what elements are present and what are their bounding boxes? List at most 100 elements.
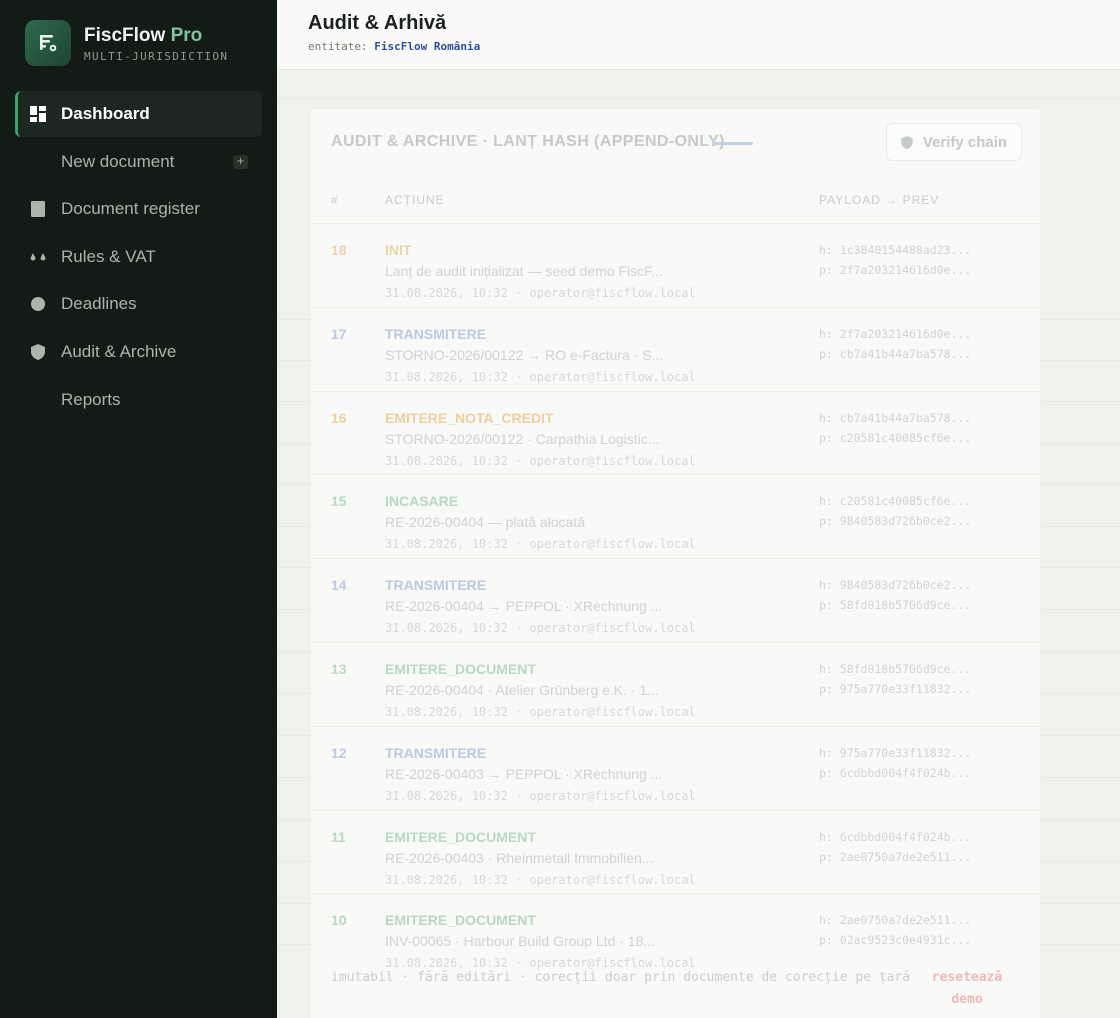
- entry-number: 15: [331, 493, 347, 510]
- card-title: AUDIT & ARCHIVE · LANȚ HASH (APPEND-ONLY…: [331, 133, 725, 150]
- entry-prev-hash: p: 9840583d726b0ce2...: [819, 514, 972, 529]
- column-header-action: ACȚIUNE: [385, 193, 445, 207]
- sidebar-item-reports[interactable]: Reports: [15, 377, 262, 423]
- entry-action: EMITERE_NOTA_CREDIT: [385, 409, 554, 426]
- audit-entry-row[interactable]: 15 INCASARE RE-2026-00404 — plată alocată 3…: [311, 474, 1042, 558]
- entry-meta: 31.08.2026, 10:32 · operator@fiscflow.lo…: [385, 286, 696, 300]
- entry-action: EMITERE_DOCUMENT: [385, 828, 536, 845]
- dashboard-icon: [30, 106, 46, 122]
- add-badge: +: [233, 154, 248, 169]
- entry-action: INCASARE: [385, 493, 459, 510]
- entry-action: EMITERE_DOCUMENT: [385, 912, 536, 929]
- audit-entry-row[interactable]: 18 INIT Lanț de audit inițializat — seed d…: [311, 223, 1042, 307]
- document-icon: [30, 201, 46, 218]
- audit-entry-row[interactable]: 12 TRANSMITERE RE-2026-00403 → PEPPOL · XR…: [311, 725, 1042, 810]
- flow-logo-icon: [40, 35, 57, 52]
- entry-hash: h: 975a770e33f11832...: [819, 745, 972, 760]
- sidebar-item-label: Document register: [61, 199, 200, 219]
- entry-number: 13: [331, 661, 347, 677]
- entry-prev-hash: p: cb7a41b44a7ba578...: [819, 346, 972, 361]
- sidebar: FiscFlow Pro MULTI-JURISDICTION Dashboar…: [0, 0, 277, 1018]
- brand-subtitle: MULTI-JURISDICTION: [84, 49, 229, 63]
- entry-description: STORNO-2026/00122 · Carpathia Logistic..…: [385, 430, 660, 447]
- entry-description: INV-00065 · Harbour Build Group Ltd · 18…: [385, 933, 656, 950]
- audit-entry-row[interactable]: 10 EMITERE_DOCUMENT INV-00065 · Harbour Bu…: [311, 893, 1042, 977]
- entry-description: RE-2026-00403 · Rheinmetall Immobilien..…: [385, 849, 654, 866]
- entry-number: 12: [331, 744, 347, 761]
- entry-prev-hash: p: 2f7a203214616d0e...: [819, 263, 972, 277]
- entry-meta: 31.08.2026, 10:32 · operator@fiscflow.lo…: [385, 453, 696, 468]
- column-header-num: #: [331, 193, 339, 207]
- entity-line: entitate: FiscFlow România: [308, 40, 480, 53]
- entry-description: RE-2026-00404 → PEPPOL · XRechnung ...: [385, 598, 663, 615]
- entry-prev-hash: p: c20581c40085cf6e...: [819, 430, 972, 445]
- entry-prev-hash: p: 58fd018b5706d9ce...: [819, 598, 972, 613]
- sidebar-item-label: Reports: [61, 389, 121, 409]
- entry-hash: h: c20581c40085cf6e...: [819, 494, 972, 509]
- sidebar-item-label: Rules & VAT: [61, 246, 156, 266]
- entry-description: RE-2026-00404 — plată alocată: [385, 514, 586, 531]
- entry-meta: 31.08.2026, 10:32 · operator@fiscflow.lo…: [385, 705, 696, 719]
- sidebar-nav: Dashboard New document + Document regist…: [15, 91, 262, 424]
- sidebar-item-label: Audit & Archive: [61, 341, 177, 361]
- entry-action: TRANSMITERE: [385, 744, 487, 761]
- brand-name: FiscFlow Pro: [84, 24, 203, 46]
- reset-demo-link[interactable]: resetează demo: [927, 967, 1007, 1011]
- entry-action: TRANSMITERE: [385, 577, 487, 594]
- entry-action: EMITERE_DOCUMENT: [385, 661, 536, 677]
- audit-entry-row[interactable]: 17 TRANSMITERE STORNO-2026/00122 → RO e-Fa…: [311, 306, 1042, 391]
- sidebar-item-label: Dashboard: [61, 104, 150, 123]
- verify-chain-button[interactable]: Verify chain: [886, 123, 1022, 161]
- circle-icon: [30, 296, 46, 312]
- entry-number: 14: [331, 577, 347, 594]
- brand: FiscFlow Pro MULTI-JURISDICTION: [25, 20, 228, 66]
- entry-action: TRANSMITERE: [385, 325, 487, 342]
- entry-number: 16: [331, 409, 347, 426]
- entry-prev-hash: p: 2ae0750a7de2e511...: [819, 849, 972, 864]
- immutability-note: imutabil · fără editări · corecții doar …: [331, 970, 911, 985]
- sidebar-item-document-register[interactable]: Document register: [15, 186, 262, 232]
- entry-meta: 31.08.2026, 10:32 · operator@fiscflow.lo…: [385, 369, 696, 384]
- top-bar: Audit & Arhivă entitate: FiscFlow Români…: [277, 0, 1120, 70]
- entry-prev-hash: p: 6cdbbd004f4f024b...: [819, 765, 972, 780]
- entry-meta: 31.08.2026, 10:32 · operator@fiscflow.lo…: [385, 872, 696, 887]
- entry-meta: 31.08.2026, 10:32 · operator@fiscflow.lo…: [385, 537, 696, 552]
- sidebar-item-rules-vat[interactable]: Rules & VAT: [15, 234, 262, 280]
- audit-entry-row[interactable]: 11 EMITERE_DOCUMENT RE-2026-00403 · Rheinm…: [311, 809, 1042, 894]
- sidebar-item-new-document[interactable]: New document +: [15, 139, 262, 185]
- entry-number: 11: [331, 828, 346, 845]
- sidebar-item-dashboard[interactable]: Dashboard: [15, 91, 262, 137]
- entry-description: RE-2026-00404 · Atelier Grünberg e.K. · …: [385, 682, 659, 698]
- sidebar-item-audit-archive[interactable]: Audit & Archive: [15, 329, 262, 375]
- entry-action: INIT: [385, 242, 412, 258]
- sidebar-item-deadlines[interactable]: Deadlines: [15, 281, 262, 327]
- entry-number: 10: [331, 912, 347, 929]
- entry-number: 17: [331, 325, 347, 342]
- entry-description: RE-2026-00403 → PEPPOL · XRechnung ...: [385, 765, 663, 782]
- entity-name[interactable]: FiscFlow România: [374, 40, 480, 53]
- page-title: Audit & Arhivă: [308, 12, 447, 34]
- audit-card: AUDIT & ARCHIVE · LANȚ HASH (APPEND-ONLY…: [310, 108, 1042, 1018]
- shield-icon: [30, 343, 46, 360]
- verify-chain-label: Verify chain: [922, 133, 1008, 151]
- entry-hash: h: 1c3840154488ad23...: [819, 243, 972, 257]
- app-logo: [25, 20, 71, 66]
- entry-hash: h: 6cdbbd004f4f024b...: [819, 829, 972, 844]
- entry-prev-hash: p: 02ac9523c0e4931c...: [819, 933, 972, 948]
- audit-entry-row[interactable]: 16 EMITERE_NOTA_CREDIT STORNO-2026/00122 ·…: [311, 390, 1042, 475]
- column-header-payload: PAYLOAD → PREV: [819, 193, 940, 207]
- entry-hash: h: 58fd018b5706d9ce...: [819, 662, 972, 676]
- background-gridline: [277, 98, 1120, 99]
- audit-entry-row[interactable]: 14 TRANSMITERE RE-2026-00404 → PEPPOL · XR…: [311, 558, 1042, 642]
- entry-description: STORNO-2026/00122 → RO e-Factura · S...: [385, 346, 664, 363]
- title-underline: [713, 142, 753, 145]
- shield-icon: [901, 135, 913, 149]
- dots-icon: [30, 249, 46, 265]
- entry-number: 18: [331, 242, 347, 258]
- entry-hash: h: 2ae0750a7de2e511...: [819, 913, 972, 928]
- audit-entry-row[interactable]: 13 EMITERE_DOCUMENT RE-2026-00404 · Atelie…: [311, 642, 1042, 726]
- entry-meta: 31.08.2026, 10:32 · operator@fiscflow.lo…: [385, 788, 696, 803]
- entry-hash: h: 2f7a203214616d0e...: [819, 326, 972, 341]
- entry-hash: h: 9840583d726b0ce2...: [819, 578, 972, 593]
- entry-meta: 31.08.2026, 10:32 · operator@fiscflow.lo…: [385, 621, 696, 636]
